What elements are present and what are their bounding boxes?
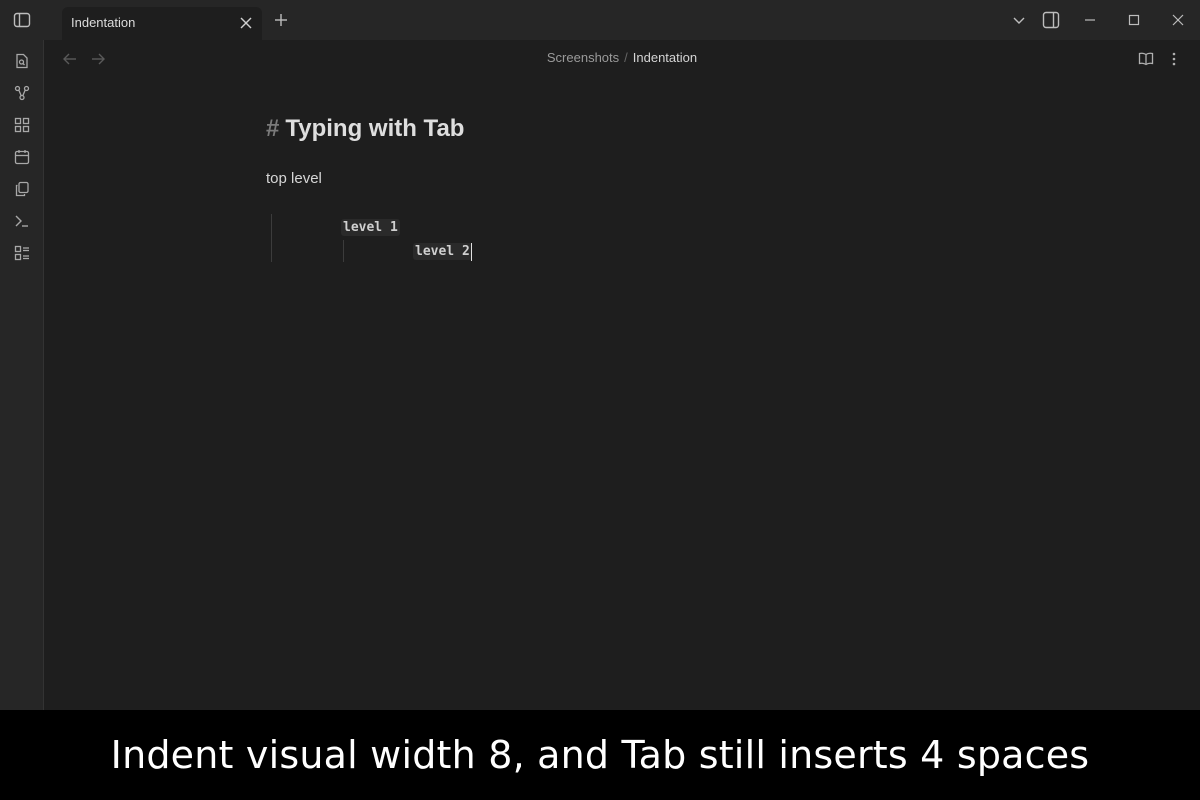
breadcrumb-current[interactable]: Indentation bbox=[633, 50, 697, 65]
title-bar: Indentation bbox=[0, 0, 1200, 40]
templates-icon[interactable] bbox=[11, 178, 33, 200]
code-line-level-1[interactable]: level 1 bbox=[341, 219, 400, 236]
chevron-down-icon[interactable] bbox=[1007, 8, 1031, 32]
close-window-icon[interactable] bbox=[1166, 8, 1190, 32]
caption-text: Indent visual width 8, and Tab still ins… bbox=[110, 733, 1090, 777]
calendar-icon[interactable] bbox=[11, 146, 33, 168]
reading-view-icon[interactable] bbox=[1136, 49, 1156, 69]
heading-marker: # bbox=[266, 115, 280, 142]
caption-bar: Indent visual width 8, and Tab still ins… bbox=[0, 710, 1200, 800]
plus-icon[interactable] bbox=[270, 9, 292, 31]
left-ribbon bbox=[0, 40, 44, 710]
command-palette-icon[interactable] bbox=[11, 210, 33, 232]
heading-text: Typing with Tab bbox=[285, 115, 465, 142]
bases-icon[interactable] bbox=[11, 242, 33, 264]
open-quick-switcher-icon[interactable] bbox=[11, 50, 33, 72]
breadcrumb-folder[interactable]: Screenshots bbox=[547, 50, 619, 65]
close-icon[interactable] bbox=[238, 15, 254, 31]
maximize-icon[interactable] bbox=[1122, 8, 1146, 32]
graph-view-icon[interactable] bbox=[11, 82, 33, 104]
tab-title: Indentation bbox=[71, 15, 136, 30]
more-options-icon[interactable] bbox=[1164, 49, 1184, 69]
paragraph-top-level[interactable]: top level bbox=[266, 170, 322, 187]
breadcrumb-separator: / bbox=[624, 50, 628, 65]
breadcrumb: Screenshots / Indentation bbox=[44, 50, 1200, 65]
sidebar-toggle-icon[interactable] bbox=[10, 8, 34, 32]
canvas-icon[interactable] bbox=[11, 114, 33, 136]
right-sidebar-icon[interactable] bbox=[1039, 8, 1063, 32]
tab-indentation[interactable]: Indentation bbox=[62, 7, 262, 40]
minimize-icon[interactable] bbox=[1078, 8, 1102, 32]
note-heading[interactable]: # Typing with Tab bbox=[266, 115, 464, 143]
text-cursor bbox=[471, 243, 472, 261]
indent-guide-2 bbox=[343, 240, 344, 262]
indent-guide-1 bbox=[271, 214, 272, 262]
code-line-level-2[interactable]: level 2 bbox=[413, 243, 472, 260]
